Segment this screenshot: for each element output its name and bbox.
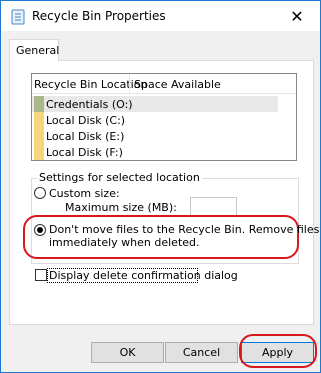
list-item[interactable]: Local Disk (C:) <box>32 112 278 128</box>
dont-move-files-label-line2[interactable]: immediately when deleted. <box>49 236 200 249</box>
dont-move-files-label-line1[interactable]: Don't move files to the Recycle Bin. Rem… <box>49 223 319 236</box>
list-item[interactable]: Local Disk (F:) <box>32 144 278 160</box>
max-size-label: Maximum size (MB): <box>65 201 177 214</box>
custom-size-label[interactable]: Custom size: <box>49 187 120 200</box>
drive-icon <box>34 128 44 144</box>
dont-move-files-radio[interactable] <box>34 224 46 236</box>
list-item-name: Credentials (O:) <box>46 98 133 111</box>
close-icon: ✕ <box>290 6 304 26</box>
max-size-input[interactable] <box>190 197 237 216</box>
column-header-location[interactable]: Recycle Bin Location <box>34 78 147 91</box>
drive-icon <box>34 96 44 112</box>
delete-confirmation-label[interactable]: Display delete confirmation dialog <box>49 269 238 282</box>
list-item-name: Local Disk (C:) <box>46 114 126 127</box>
delete-confirmation-checkbox[interactable] <box>35 269 47 281</box>
radio-selected-dot <box>37 227 43 233</box>
ok-button[interactable]: OK <box>91 342 164 363</box>
list-item-name: Local Disk (E:) <box>46 130 125 143</box>
tab-general[interactable]: General <box>9 39 59 61</box>
recycle-bin-locations-list[interactable]: Recycle Bin Location Space Available Cre… <box>31 73 297 161</box>
close-button[interactable]: ✕ <box>274 1 320 31</box>
annotation-apply-oval <box>239 334 317 368</box>
settings-group-title: Settings for selected location <box>37 171 202 184</box>
window-title: Recycle Bin Properties <box>32 9 166 23</box>
column-divider[interactable] <box>129 74 130 94</box>
cancel-button[interactable]: Cancel <box>165 342 238 363</box>
list-header: Recycle Bin Location Space Available <box>32 74 296 94</box>
custom-size-radio[interactable] <box>34 187 46 199</box>
title-bar[interactable]: Recycle Bin Properties ✕ <box>1 1 320 31</box>
list-item[interactable]: Credentials (O:) <box>32 96 278 112</box>
recycle-bin-properties-window: Recycle Bin Properties ✕ General Recycle… <box>0 0 321 373</box>
column-header-space[interactable]: Space Available <box>134 78 221 91</box>
drive-icon <box>34 112 44 128</box>
drive-icon <box>34 144 44 160</box>
recycle-bin-icon <box>11 9 25 25</box>
list-item-name: Local Disk (F:) <box>46 146 123 159</box>
list-item[interactable]: Local Disk (E:) <box>32 128 278 144</box>
